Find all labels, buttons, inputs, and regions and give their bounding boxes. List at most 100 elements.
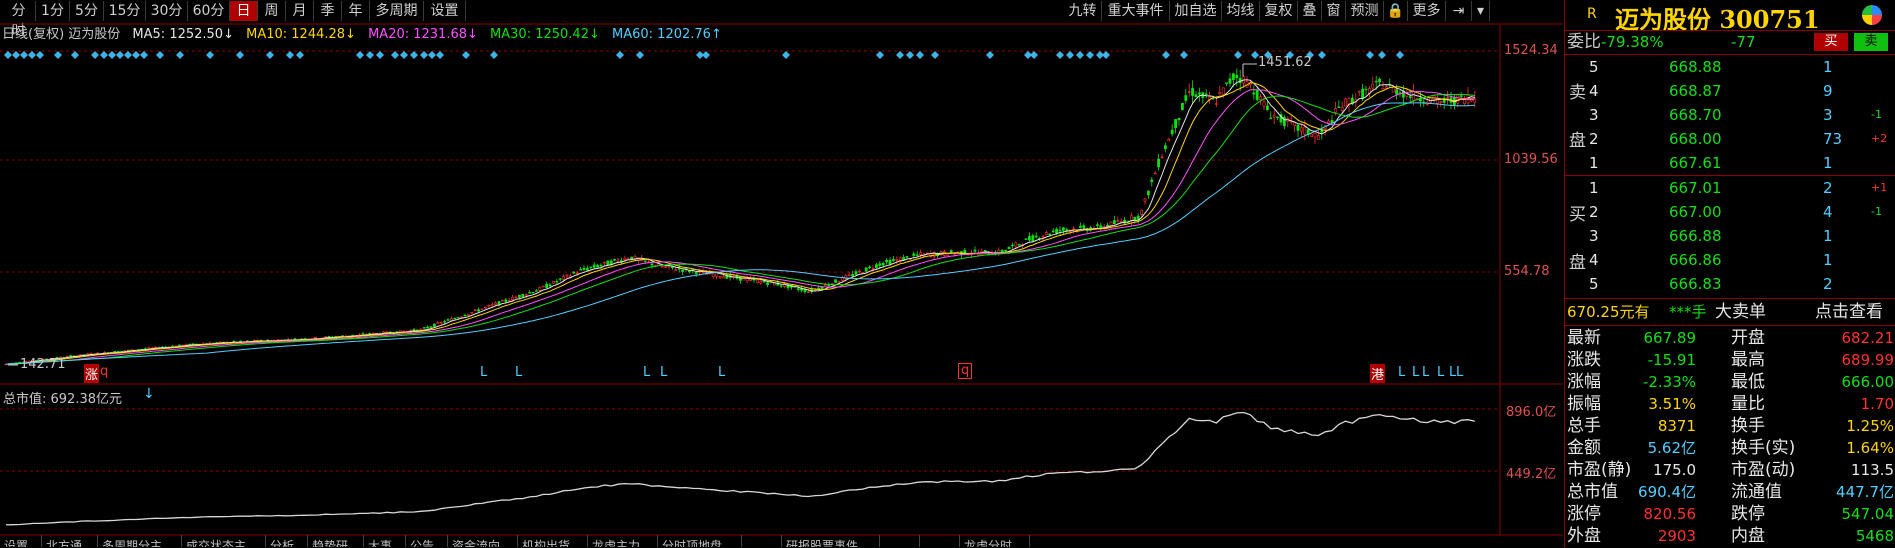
event-diamond-icon[interactable] [1030, 51, 1038, 59]
event-diamond-icon[interactable] [36, 51, 44, 59]
buy-button[interactable]: 买 [1814, 33, 1848, 51]
bottom-tab-10[interactable]: 龙虎主力 [588, 535, 658, 547]
event-diamond-icon[interactable] [71, 51, 79, 59]
l-signal-marker[interactable]: L [660, 365, 668, 380]
event-diamond-icon[interactable] [616, 51, 624, 59]
event-diamond-icon[interactable] [931, 51, 939, 59]
q-marker[interactable]: q [100, 364, 108, 379]
event-diamond-icon[interactable] [1378, 51, 1386, 59]
event-diamond-icon[interactable] [124, 51, 132, 59]
event-diamond-icon[interactable] [906, 51, 914, 59]
bid-row[interactable]: 1 667.01 2 +1 [1565, 176, 1895, 200]
event-diamond-icon[interactable] [4, 51, 12, 59]
bottom-tab-8[interactable]: 资金流向 [448, 535, 518, 547]
l-signal-marker[interactable]: L [1398, 365, 1406, 380]
event-diamond-icon[interactable] [876, 51, 884, 59]
event-diamond-icon[interactable] [100, 51, 108, 59]
bottom-tab-11[interactable]: 分时顶地盘 [658, 535, 742, 547]
event-diamond-icon[interactable] [986, 51, 994, 59]
event-diamond-icon[interactable] [54, 51, 62, 59]
event-diamond-icon[interactable] [266, 51, 274, 59]
bottom-tab-6[interactable]: 大事 [364, 535, 406, 547]
event-diamond-icon[interactable] [896, 51, 904, 59]
event-diamond-icon[interactable] [1180, 51, 1188, 59]
bottom-tab-5[interactable]: 趋势研 [308, 535, 364, 547]
event-diamond-icon[interactable] [286, 51, 294, 59]
event-diamond-icon[interactable] [420, 51, 428, 59]
bottom-tab-4[interactable]: 分析 [266, 535, 308, 547]
ask-row[interactable]: 5 668.88 1 [1565, 55, 1895, 79]
event-diamond-icon[interactable] [436, 51, 444, 59]
bid-row[interactable]: 5 666.83 2 [1565, 272, 1895, 296]
l-signal-marker[interactable]: L [480, 365, 488, 380]
event-diamond-icon[interactable] [236, 51, 244, 59]
bottom-tab-13[interactable]: 研报股票事件 [782, 535, 880, 547]
event-diamond-icon[interactable] [28, 51, 36, 59]
event-diamond-icon[interactable] [1056, 51, 1064, 59]
event-diamond-icon[interactable] [366, 51, 374, 59]
bottom-tab-3[interactable]: 成交状态主 [182, 535, 266, 547]
event-diamond-icon[interactable] [1102, 51, 1110, 59]
l-signal-marker[interactable]: L [643, 365, 651, 380]
ask-row[interactable]: 4 668.87 9 [1565, 79, 1895, 103]
event-diamond-icon[interactable] [1076, 51, 1084, 59]
sell-button[interactable]: 卖 [1854, 33, 1888, 51]
event-diamond-icon[interactable] [916, 51, 924, 59]
event-diamond-icon[interactable] [108, 51, 116, 59]
l-signal-marker[interactable]: L [1412, 365, 1420, 380]
event-diamond-icon[interactable] [296, 51, 304, 59]
kline-chart[interactable]: LLLLLLLLLLL [0, 0, 1563, 547]
event-diamond-icon[interactable] [91, 51, 99, 59]
ask-row[interactable]: 1 667.61 1 [1565, 151, 1895, 175]
l-signal-marker[interactable]: L [1422, 365, 1430, 380]
event-diamond-icon[interactable] [116, 51, 124, 59]
event-diamond-icon[interactable] [428, 51, 436, 59]
bottom-tab-0[interactable]: 设置 [0, 535, 42, 547]
event-diamond-icon[interactable] [1066, 51, 1074, 59]
bottom-tab-12[interactable] [742, 535, 782, 547]
l-signal-marker[interactable]: L [1456, 365, 1464, 380]
event-diamond-icon[interactable] [1366, 51, 1374, 59]
event-diamond-icon[interactable] [176, 51, 184, 59]
bottom-tab-14[interactable] [880, 535, 920, 547]
event-diamond-icon[interactable] [400, 51, 408, 59]
event-diamond-icon[interactable] [12, 51, 20, 59]
event-diamond-icon[interactable] [1234, 51, 1242, 59]
event-diamond-icon[interactable] [20, 51, 28, 59]
l-signal-marker[interactable]: L [1437, 365, 1445, 380]
event-diamond-icon[interactable] [1318, 51, 1326, 59]
bottom-tab-2[interactable]: 多周期分主 [98, 535, 182, 547]
event-diamond-icon[interactable] [1162, 51, 1170, 59]
gang-marker[interactable]: 港 [1370, 364, 1386, 383]
event-diamond-icon[interactable] [206, 51, 214, 59]
bid-row[interactable]: 3 666.88 1 [1565, 224, 1895, 248]
event-diamond-icon[interactable] [1396, 51, 1404, 59]
event-diamond-icon[interactable] [376, 51, 384, 59]
ask-row[interactable]: 3 668.70 3 -1 [1565, 103, 1895, 127]
bottom-tab-16[interactable]: 龙虎分时 [960, 535, 1030, 547]
event-diamond-icon[interactable] [140, 51, 148, 59]
event-diamond-icon[interactable] [391, 51, 399, 59]
event-diamond-icon[interactable] [156, 51, 164, 59]
l-signal-marker[interactable]: L [718, 365, 726, 380]
zhang-marker[interactable]: 涨 [84, 364, 100, 383]
event-markers[interactable] [4, 51, 1404, 59]
bottom-tab-1[interactable]: 北方通 [42, 535, 98, 547]
bottom-tab-15[interactable] [920, 535, 960, 547]
bid-row[interactable]: 4 666.86 1 [1565, 248, 1895, 272]
bid-row[interactable]: 2 667.00 4 -1 [1565, 200, 1895, 224]
event-diamond-icon[interactable] [1086, 51, 1094, 59]
event-diamond-icon[interactable] [636, 51, 644, 59]
bottom-tab-9[interactable]: 机构出货 [518, 535, 588, 547]
event-diamond-icon[interactable] [782, 51, 790, 59]
q-badge[interactable]: q [958, 363, 973, 379]
event-diamond-icon[interactable] [702, 51, 710, 59]
event-diamond-icon[interactable] [462, 51, 470, 59]
globe-icon[interactable] [1862, 5, 1882, 25]
event-diamond-icon[interactable] [490, 51, 498, 59]
big-order-view-link[interactable]: 点击查看 [1815, 300, 1883, 324]
l-signal-marker[interactable]: L [515, 365, 523, 380]
ask-row[interactable]: 2 668.00 73 +2 [1565, 127, 1895, 151]
event-diamond-icon[interactable] [356, 51, 364, 59]
big-order-row[interactable]: 670.25元有 ***手 大卖单 点击查看 [1565, 300, 1895, 324]
